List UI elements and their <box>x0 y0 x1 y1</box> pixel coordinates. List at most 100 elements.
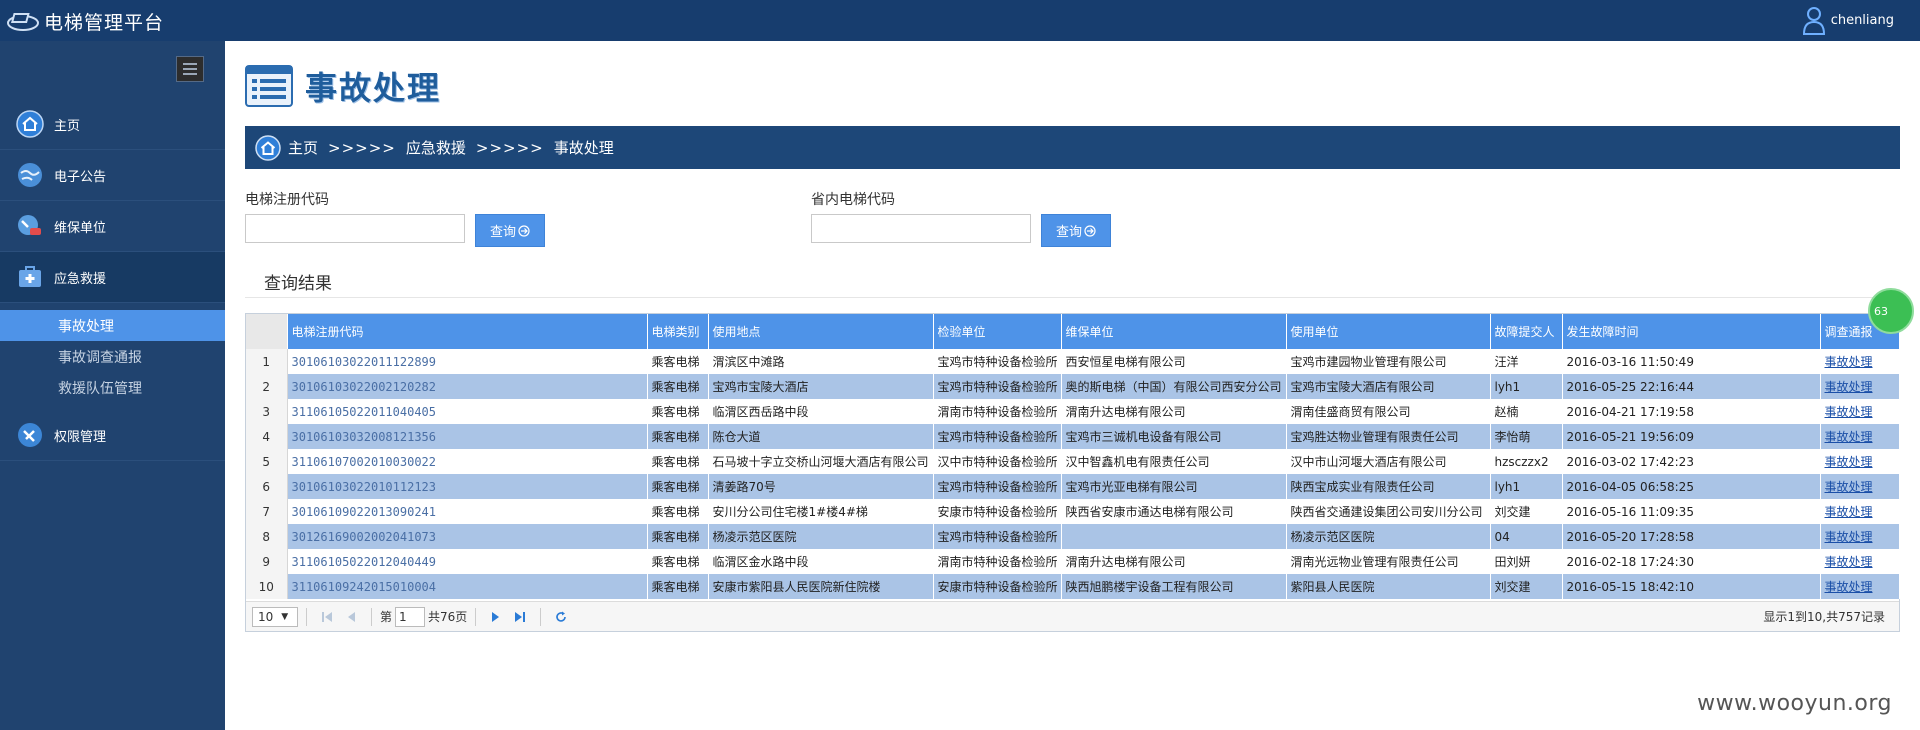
accident-handling-link[interactable]: 事故处理 <box>1820 474 1900 499</box>
table-cell: 临渭区西岳路中段 <box>708 399 934 424</box>
column-header[interactable]: 发生故障时间 <box>1562 314 1821 349</box>
accident-handling-link[interactable]: 事故处理 <box>1820 499 1900 524</box>
table-cell: 乘客电梯 <box>647 449 709 474</box>
accident-handling-link[interactable]: 事故处理 <box>1820 374 1900 399</box>
column-header[interactable]: 电梯注册代码 <box>287 314 648 349</box>
sidebar-toggle-button[interactable] <box>176 56 204 82</box>
accident-handling-link[interactable]: 事故处理 <box>1820 349 1900 374</box>
province-code-input[interactable] <box>811 214 1031 243</box>
emergency-submenu: 事故处理 事故调查通报 救援队伍管理 <box>0 303 225 410</box>
submenu-item-investigation-report[interactable]: 事故调查通报 <box>0 341 225 372</box>
table-cell: 乘客电梯 <box>647 349 709 374</box>
column-header[interactable]: 使用单位 <box>1286 314 1491 349</box>
table-cell: 刘交建 <box>1490 574 1563 599</box>
floating-badge[interactable]: 63 <box>1868 288 1914 334</box>
column-header[interactable]: 使用地点 <box>708 314 934 349</box>
column-header[interactable]: 维保单位 <box>1061 314 1287 349</box>
query-button-label: 查询 <box>1055 225 1082 240</box>
table-row[interactable]: 2 30106103022002120282 乘客电梯 宝鸡市宝陵大酒店 宝鸡市特种设备… <box>246 374 1900 399</box>
table-row[interactable]: 5 31106107002010030022 乘客电梯 石马坡十字立交桥山河堰大酒店有… <box>246 449 1900 474</box>
row-number: 4 <box>246 424 288 449</box>
register-code-cell: 30126169002002041073 <box>287 524 648 549</box>
breadcrumb-current: 事故处理 <box>553 139 614 157</box>
table-cell: 2016-02-18 17:24:30 <box>1562 549 1821 574</box>
next-page-button[interactable] <box>488 609 504 625</box>
table-cell: 汉中智鑫机电有限责任公司 <box>1061 449 1287 474</box>
column-header[interactable]: 电梯类别 <box>647 314 709 349</box>
refresh-icon <box>556 611 567 622</box>
row-number: 5 <box>246 449 288 474</box>
row-number: 3 <box>246 399 288 424</box>
table-row[interactable]: 1 30106103022011122899 乘客电梯 渭滨区中滩路 宝鸡市特种设备检验… <box>246 349 1900 374</box>
last-page-button[interactable] <box>512 609 528 625</box>
submenu-item-rescue-team[interactable]: 救援队伍管理 <box>0 372 225 403</box>
table-row[interactable]: 9 31106105022012040449 乘客电梯 临渭区金水路中段 渭南市特种设备… <box>246 549 1900 574</box>
sidebar-item-label: 权限管理 <box>54 429 107 445</box>
table-cell: 乘客电梯 <box>647 524 709 549</box>
sidebar-item-maintenance[interactable]: 维保单位 <box>0 201 225 252</box>
page-size-select[interactable]: 10 ▼ <box>252 606 298 627</box>
row-number: 1 <box>246 349 288 374</box>
submenu-item-accident-handling[interactable]: 事故处理 <box>0 310 225 341</box>
table-cell: 杨凌示范区医院 <box>708 524 934 549</box>
table-cell: 紫阳县人民医院 <box>1286 574 1491 599</box>
refresh-button[interactable] <box>553 609 569 625</box>
register-code-input[interactable] <box>245 214 465 243</box>
accident-handling-link[interactable]: 事故处理 <box>1820 524 1900 549</box>
column-header[interactable]: 故障提交人 <box>1490 314 1563 349</box>
accident-handling-link[interactable]: 事故处理 <box>1820 424 1900 449</box>
sidebar-item-home[interactable]: 主页 <box>0 99 225 150</box>
table-cell: 田刘妍 <box>1490 549 1563 574</box>
user-icon <box>1802 7 1825 35</box>
globe-icon <box>18 163 42 187</box>
table-cell: 赵楠 <box>1490 399 1563 424</box>
accident-handling-link[interactable]: 事故处理 <box>1820 399 1900 424</box>
watermark: www.wooyun.org <box>1697 691 1892 716</box>
prev-page-button[interactable] <box>343 609 359 625</box>
table-cell: 陕西省交通建设集团公司安川分公司 <box>1286 499 1491 524</box>
table-row[interactable]: 6 30106103022010112123 乘客电梯 清姜路70号 宝鸡市特种设备检验… <box>246 474 1900 499</box>
username: chenliang <box>1830 12 1894 28</box>
sidebar-item-emergency[interactable]: 应急救援 <box>0 252 225 303</box>
sidebar-item-permissions[interactable]: 权限管理 <box>0 410 225 461</box>
register-code-cell: 31106105022012040449 <box>287 549 648 574</box>
query-button[interactable]: 查询 <box>475 214 545 247</box>
accident-handling-link[interactable]: 事故处理 <box>1820 549 1900 574</box>
page-total: 共76页 <box>428 610 468 624</box>
table-cell: 宝鸡市特种设备检验所 <box>933 474 1062 499</box>
sidebar-item-announcement[interactable]: 电子公告 <box>0 150 225 201</box>
table-row[interactable]: 10 31106109242015010004 乘客电梯 安康市紫阳县人民医院新住院楼… <box>246 574 1900 599</box>
first-page-button[interactable] <box>319 609 335 625</box>
home-icon <box>16 110 44 138</box>
accident-handling-link[interactable]: 事故处理 <box>1820 449 1900 474</box>
table-cell: 渭南升达电梯有限公司 <box>1061 399 1287 424</box>
prev-page-icon <box>348 611 355 622</box>
register-code-cell: 30106109022013090241 <box>287 499 648 524</box>
table-cell: lyh1 <box>1490 474 1563 499</box>
pager-separator <box>306 607 307 626</box>
table-cell: 临渭区金水路中段 <box>708 549 934 574</box>
brand[interactable]: 电梯管理平台 <box>6 6 164 36</box>
table-row[interactable]: 3 31106105022011040405 乘客电梯 临渭区西岳路中段 渭南市特种设备… <box>246 399 1900 424</box>
table-row[interactable]: 8 30126169002002041073 乘客电梯 杨凌示范区医院 宝鸡市特种设备检… <box>246 524 1900 549</box>
table-row[interactable]: 7 30106109022013090241 乘客电梯 安川分公司住宅楼1#楼4#梯安… <box>246 499 1900 524</box>
table-cell: 杨凌示范区医院 <box>1286 524 1491 549</box>
table-cell: 安康市紫阳县人民医院新住院楼 <box>708 574 934 599</box>
next-page-icon <box>492 611 500 622</box>
breadcrumb-emergency[interactable]: 应急救援 <box>406 137 466 158</box>
province-code-field: 省内电梯代码 查询 <box>811 189 1111 247</box>
page-number-input[interactable]: 1 <box>395 606 426 627</box>
breadcrumb-home[interactable]: 主页 <box>288 137 318 158</box>
accident-handling-link[interactable]: 事故处理 <box>1820 574 1900 599</box>
sidebar-item-label: 维保单位 <box>54 220 107 236</box>
table-cell: 宝鸡市特种设备检验所 <box>933 524 1062 549</box>
column-header[interactable]: 检验单位 <box>933 314 1062 349</box>
results-title: 查询结果 <box>264 274 332 294</box>
table-cell: 渭滨区中滩路 <box>708 349 934 374</box>
table-row[interactable]: 4 30106103032008121356 乘客电梯 陈仓大道 宝鸡市特种设备检验所宝… <box>246 424 1900 449</box>
table-cell: 汉中市山河堰大酒店有限公司 <box>1286 449 1491 474</box>
query-button[interactable]: 查询 <box>1041 214 1111 247</box>
user-menu[interactable]: chenliang <box>1801 4 1894 36</box>
sidebar-item-label: 电子公告 <box>54 169 107 185</box>
table-cell: 渭南佳盛商贸有限公司 <box>1286 399 1491 424</box>
